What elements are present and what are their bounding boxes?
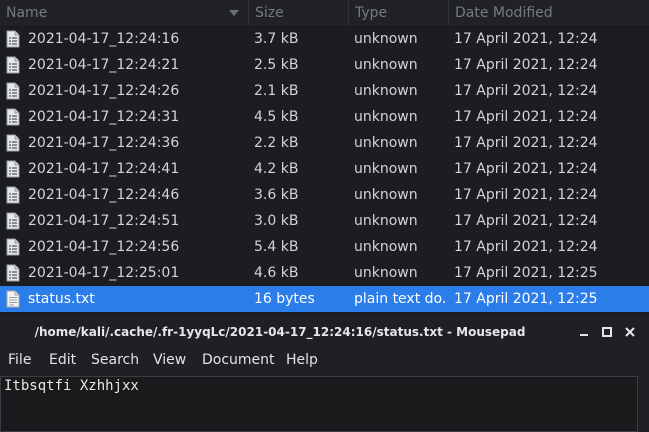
sort-descending-icon[interactable] (229, 10, 239, 16)
column-header-name[interactable]: Name (0, 0, 248, 26)
file-size: 4.2 kB (254, 161, 299, 177)
file-icon (6, 160, 20, 178)
column-header-size-label: Size (255, 5, 284, 21)
column-header-type[interactable]: Type (348, 0, 448, 26)
column-header-size[interactable]: Size (248, 0, 348, 26)
maximize-icon[interactable] (599, 324, 615, 340)
file-name: 2021-04-17_12:24:31 (28, 109, 180, 125)
file-icon (6, 264, 20, 282)
file-row[interactable]: 2021-04-17_12:25:01 4.6 kB unknown 17 April… (0, 260, 649, 286)
mousepad-window: /home/kali/.cache/.fr-1yyqLc/2021-04-17_… (0, 318, 649, 432)
file-type: plain text do... (354, 291, 446, 307)
menu-file[interactable]: File (8, 346, 31, 374)
file-type: unknown (354, 31, 418, 47)
file-size: 2.5 kB (254, 57, 299, 73)
file-date-modified: 17 April 2021, 12:25 (454, 265, 598, 281)
file-name: 2021-04-17_12:24:36 (28, 135, 180, 151)
file-icon (6, 30, 20, 48)
file-date-modified: 17 April 2021, 12:24 (454, 109, 598, 125)
file-name: 2021-04-17_12:24:16 (28, 31, 180, 47)
file-size: 3.0 kB (254, 213, 299, 229)
file-type: unknown (354, 161, 418, 177)
close-icon[interactable] (622, 324, 638, 340)
file-date-modified: 17 April 2021, 12:24 (454, 135, 598, 151)
file-size: 3.6 kB (254, 187, 299, 203)
file-row[interactable]: 2021-04-17_12:24:46 3.6 kB unknown 17 April… (0, 182, 649, 208)
file-icon (6, 212, 20, 230)
file-type: unknown (354, 213, 418, 229)
file-row[interactable]: 2021-04-17_12:24:36 2.2 kB unknown 17 April… (0, 130, 649, 156)
file-date-modified: 17 April 2021, 12:24 (454, 239, 598, 255)
file-icon (6, 108, 20, 126)
file-name: 2021-04-17_12:24:51 (28, 213, 180, 229)
file-date-modified: 17 April 2021, 12:24 (454, 57, 598, 73)
file-icon (6, 56, 20, 74)
file-row[interactable]: status.txt 16 bytes plain text do... 17 Apr… (0, 286, 649, 312)
file-name: 2021-04-17_12:24:46 (28, 187, 180, 203)
column-header-date-label: Date Modified (455, 5, 553, 21)
file-list-view: Name Size Type Date Modified 2021-04-17_… (0, 0, 649, 313)
menu-bar: File Edit Search View Document Help (0, 346, 649, 374)
file-icon (6, 82, 20, 100)
file-type: unknown (354, 239, 418, 255)
file-date-modified: 17 April 2021, 12:24 (454, 213, 598, 229)
file-type: unknown (354, 57, 418, 73)
menu-search[interactable]: Search (91, 346, 139, 374)
menu-view[interactable]: View (153, 346, 186, 374)
file-type: unknown (354, 265, 418, 281)
file-date-modified: 17 April 2021, 12:24 (454, 31, 598, 47)
file-name: 2021-04-17_12:25:01 (28, 265, 180, 281)
file-row[interactable]: 2021-04-17_12:24:41 4.2 kB unknown 17 April… (0, 156, 649, 182)
file-name: 2021-04-17_12:24:21 (28, 57, 180, 73)
window-title: /home/kali/.cache/.fr-1yyqLc/2021-04-17_… (34, 325, 526, 339)
file-date-modified: 17 April 2021, 12:25 (454, 291, 598, 307)
file-size: 2.2 kB (254, 135, 299, 151)
file-name: 2021-04-17_12:24:41 (28, 161, 180, 177)
file-row[interactable]: 2021-04-17_12:24:51 3.0 kB unknown 17 April… (0, 208, 649, 234)
file-icon (6, 186, 20, 204)
column-header-date[interactable]: Date Modified (448, 0, 649, 26)
file-size: 5.4 kB (254, 239, 299, 255)
file-row[interactable]: 2021-04-17_12:24:21 2.5 kB unknown 17 April… (0, 52, 649, 78)
menu-edit[interactable]: Edit (49, 346, 76, 374)
text-file-icon (6, 290, 20, 308)
desktop: Name Size Type Date Modified 2021-04-17_… (0, 0, 649, 432)
menu-document[interactable]: Document (202, 346, 275, 374)
title-bar[interactable]: /home/kali/.cache/.fr-1yyqLc/2021-04-17_… (0, 318, 649, 346)
file-date-modified: 17 April 2021, 12:24 (454, 187, 598, 203)
file-type: unknown (354, 187, 418, 203)
file-date-modified: 17 April 2021, 12:24 (454, 83, 598, 99)
column-header-bar: Name Size Type Date Modified (0, 0, 649, 27)
file-size: 4.6 kB (254, 265, 299, 281)
file-size: 4.5 kB (254, 109, 299, 125)
menu-help[interactable]: Help (286, 346, 318, 374)
file-name: 2021-04-17_12:24:26 (28, 83, 180, 99)
file-name: status.txt (28, 291, 95, 307)
file-row[interactable]: 2021-04-17_12:24:31 4.5 kB unknown 17 April… (0, 104, 649, 130)
file-size: 3.7 kB (254, 31, 299, 47)
editor-text: Itbsqtfi Xzhhjxx (4, 378, 139, 394)
file-name: 2021-04-17_12:24:56 (28, 239, 180, 255)
minimize-icon[interactable] (576, 324, 592, 340)
file-row[interactable]: 2021-04-17_12:24:16 3.7 kB unknown 17 April… (0, 26, 649, 52)
file-date-modified: 17 April 2021, 12:24 (454, 161, 598, 177)
file-size: 16 bytes (254, 291, 315, 307)
file-row[interactable]: 2021-04-17_12:24:26 2.1 kB unknown 17 April… (0, 78, 649, 104)
file-icon (6, 238, 20, 256)
file-rows: 2021-04-17_12:24:16 3.7 kB unknown 17 April… (0, 26, 649, 312)
column-header-type-label: Type (355, 5, 388, 21)
file-type: unknown (354, 83, 418, 99)
column-header-name-label: Name (6, 5, 48, 21)
file-size: 2.1 kB (254, 83, 299, 99)
text-editor-area[interactable]: Itbsqtfi Xzhhjxx (0, 376, 638, 432)
file-type: unknown (354, 135, 418, 151)
file-icon (6, 134, 20, 152)
file-row[interactable]: 2021-04-17_12:24:56 5.4 kB unknown 17 April… (0, 234, 649, 260)
file-type: unknown (354, 109, 418, 125)
